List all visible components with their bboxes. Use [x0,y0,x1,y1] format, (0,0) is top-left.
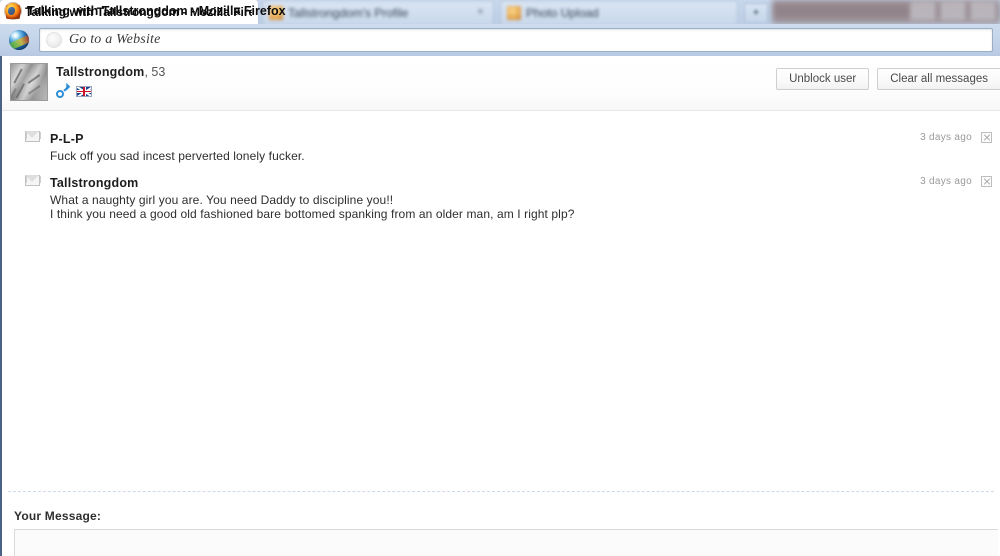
unblock-user-button[interactable]: Unblock user [776,68,870,90]
address-input-placeholder[interactable]: Go to a Website [69,32,161,48]
male-gender-icon [56,84,70,98]
open-mail-icon [25,175,41,186]
avatar[interactable] [10,63,48,101]
message-input[interactable] [14,529,998,556]
message-body: What a naughty girl you are. You need Da… [2,191,1000,221]
message-timestamp: 3 days ago [920,176,972,187]
tab-tallstrongdoms-profile[interactable]: Tallstrongdom's Profile × [262,0,494,24]
message-meta: 3 days ago [920,132,992,143]
address-bar[interactable]: Go to a Website [39,28,993,52]
close-window-button[interactable] [970,2,996,20]
site-favicon-icon [507,5,521,20]
message-list: P-L-P Fuck off you sad incest perverted … [2,111,1000,229]
profile-username[interactable]: Tallstrongdom [56,65,144,79]
page-favicon-icon [46,32,62,48]
open-mail-icon [25,131,41,142]
uk-flag-icon [76,85,92,97]
compose-label: Your Message: [14,509,102,523]
gender-arrow [63,84,70,92]
profile-meta: Tallstrongdom, 53 [56,62,165,98]
profile-age: , 53 [144,65,166,79]
message-header: P-L-P [2,131,1000,147]
compose-divider [8,491,994,493]
window-title: Talking with Tallstrongdom - Mozilla Fir… [0,0,286,22]
page-content: Tallstrongdom, 53 Unblock user Clear all… [0,56,1000,556]
message-item: Tallstrongdom What a naughty girl you ar… [2,171,1000,229]
window-title-text: Talking with Tallstrongdom - Mozilla Fir… [27,4,286,18]
browser-chrome: Talking with Tallstrongdom - Mozilla Fir… [0,0,1000,56]
message-timestamp: 3 days ago [920,132,972,143]
navigation-toolbar: Go to a Website [0,24,1000,56]
delete-message-icon[interactable] [981,132,992,143]
window-chrome-right [772,0,1000,24]
clear-all-messages-button[interactable]: Clear all messages [877,68,1000,90]
message-line: I think you need a good old fashioned ba… [50,207,575,221]
message-item: P-L-P Fuck off you sad incest perverted … [2,127,1000,171]
profile-header: Tallstrongdom, 53 Unblock user Clear all… [2,56,1000,111]
message-sender[interactable]: Tallstrongdom [50,176,138,190]
minimize-button[interactable] [910,2,936,20]
tab-label: Photo Upload [526,5,599,20]
maximize-button[interactable] [940,2,966,20]
message-line: What a naughty girl you are. You need Da… [50,193,394,207]
firefox-icon [5,3,21,19]
flag-red-vertical [83,86,85,96]
new-tab-button[interactable]: + [744,3,768,23]
tab-strip: Talking with Tallstrongdom - Mozilla Fir… [0,0,1000,24]
message-body: Fuck off you sad incest perverted lonely… [2,147,1000,163]
profile-actions: Unblock user Clear all messages [776,68,1000,90]
close-icon[interactable]: × [474,6,487,19]
message-sender[interactable]: P-L-P [50,132,84,146]
message-meta: 3 days ago [920,176,992,187]
message-header: Tallstrongdom [2,175,1000,191]
profile-name-line: Tallstrongdom, 53 [56,65,165,79]
window-controls[interactable] [910,2,996,20]
tab-label: Tallstrongdom's Profile [288,5,409,20]
profile-badges [56,84,165,98]
compose-area: Your Message: [2,491,1000,556]
delete-message-icon[interactable] [981,176,992,187]
message-line: Fuck off you sad incest perverted lonely… [50,149,305,163]
globe-icon[interactable] [9,30,29,50]
tab-photo-upload[interactable]: Photo Upload [500,0,738,24]
